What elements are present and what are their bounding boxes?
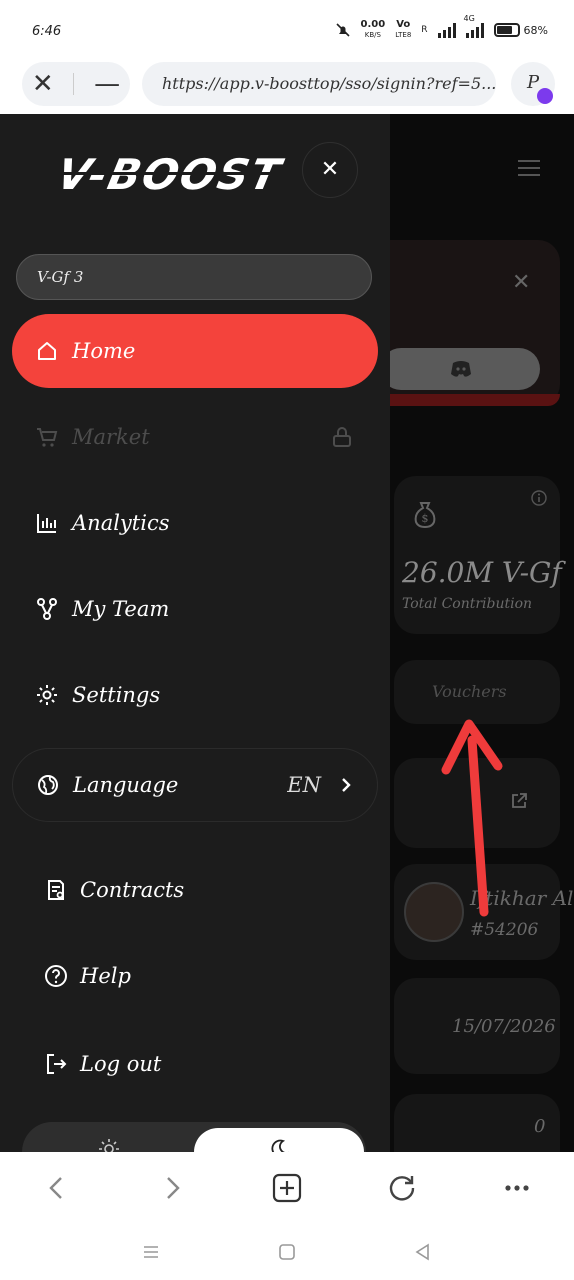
chevron-left-icon xyxy=(49,1177,63,1199)
date-value: 15/07/2026 xyxy=(452,1016,556,1037)
nav-help-label: Help xyxy=(80,964,131,988)
info-icon[interactable] xyxy=(531,490,547,506)
contract-icon xyxy=(48,880,64,900)
globe-icon xyxy=(35,772,61,798)
nav-language[interactable]: Language EN xyxy=(12,748,378,822)
nav-settings[interactable]: Settings xyxy=(12,658,378,732)
nav-analytics[interactable]: Analytics xyxy=(12,486,378,560)
nav-my-team-label: My Team xyxy=(72,597,170,621)
back-triangle-icon[interactable] xyxy=(413,1242,433,1262)
light-mode-option[interactable] xyxy=(24,1128,194,1152)
user-name-field[interactable]: V-Gf 3 xyxy=(16,254,372,300)
signal-4g-icon: 4G xyxy=(464,14,484,38)
contribution-card: $ 26.0M V-Gf Total Contribution xyxy=(394,476,562,634)
address-bar[interactable]: https://app.v-boosttop/sso/signin?ref=5.… xyxy=(142,62,496,106)
mute-icon xyxy=(335,23,350,37)
team-icon xyxy=(34,596,60,622)
nav-contracts-label: Contracts xyxy=(80,878,185,902)
avatar xyxy=(404,882,464,942)
gear-icon xyxy=(34,682,60,708)
lte-indicator: Vo LTE8 xyxy=(395,19,412,40)
total-contribution-label: Total Contribution xyxy=(402,596,533,612)
svg-text:$: $ xyxy=(422,512,429,525)
nav-home[interactable]: Home xyxy=(12,314,378,388)
reload-icon xyxy=(389,1176,414,1201)
system-nav-bar xyxy=(0,1224,574,1280)
count-card: 0 xyxy=(394,1094,560,1152)
extension-badge-icon xyxy=(537,88,553,104)
net-speed: 0.00 KB/S xyxy=(360,19,386,40)
nav-help[interactable]: Help xyxy=(44,964,131,988)
battery-icon: 68% xyxy=(493,23,548,37)
browser-top-bar: ✕ — https://app.v-boosttop/sso/signin?re… xyxy=(0,58,574,114)
reload-button[interactable] xyxy=(380,1166,424,1210)
more-options-button[interactable] xyxy=(495,1166,539,1210)
logout-icon xyxy=(47,1054,67,1074)
nav-language-label: Language xyxy=(73,773,179,797)
tab-controls: ✕ — xyxy=(22,62,130,106)
sun-icon xyxy=(99,1139,119,1152)
nav-market: Market xyxy=(12,400,378,474)
bar-chart-icon xyxy=(34,510,60,536)
roaming-indicator: R xyxy=(421,25,428,35)
status-icons: 0.00 KB/S Vo LTE8 R 4G 68% xyxy=(335,14,548,40)
date-card: 15/07/2026 xyxy=(394,978,560,1074)
new-tab-button[interactable] xyxy=(265,1166,309,1210)
nav-logout[interactable]: Log out xyxy=(44,1052,161,1076)
status-time: 6:46 xyxy=(32,24,62,39)
theme-toggle[interactable] xyxy=(22,1122,366,1152)
browser-bottom-bar xyxy=(0,1152,574,1224)
nav-settings-label: Settings xyxy=(72,683,161,707)
nav-market-label: Market xyxy=(72,425,150,449)
banner-card: ✕ xyxy=(360,240,560,406)
nav-logout-label: Log out xyxy=(80,1052,162,1076)
external-link-icon[interactable] xyxy=(510,792,528,810)
member-name: Iftikhar Al xyxy=(470,886,574,910)
nav-contracts[interactable]: Contracts xyxy=(44,878,184,902)
back-button[interactable] xyxy=(35,1166,79,1210)
plus-square-icon xyxy=(272,1173,302,1203)
lock-icon xyxy=(333,427,351,447)
help-icon xyxy=(45,965,67,987)
dark-mode-option[interactable] xyxy=(194,1128,364,1152)
member-id: #54206 xyxy=(470,920,539,940)
member-card: Iftikhar Al #54206 xyxy=(394,864,573,960)
recents-icon[interactable] xyxy=(141,1242,161,1262)
home-icon xyxy=(34,338,60,364)
extension-button[interactable]: P xyxy=(511,62,555,106)
moon-icon xyxy=(271,1139,289,1152)
cart-icon xyxy=(34,424,60,450)
brand-logo: V-BOOST xyxy=(52,150,287,199)
nav-my-team[interactable]: My Team xyxy=(12,572,378,646)
close-icon: ✕ xyxy=(320,157,340,182)
count-value: 0 xyxy=(534,1116,546,1137)
nav-home-label: Home xyxy=(72,339,136,363)
discord-icon xyxy=(451,361,471,377)
language-value: EN xyxy=(287,773,321,797)
forward-button[interactable] xyxy=(150,1166,194,1210)
close-tab-icon[interactable]: ✕ xyxy=(32,69,54,99)
side-drawer: V-BOOST ✕ V-Gf 3 Home Market Analytics M… xyxy=(0,114,390,1152)
chevron-right-icon xyxy=(342,778,351,792)
chevron-right-icon xyxy=(167,1177,180,1199)
signal-icon xyxy=(437,22,456,38)
discord-button[interactable] xyxy=(380,348,540,390)
minimize-icon[interactable]: — xyxy=(94,69,120,99)
total-contribution-value: 26.0M V-Gf xyxy=(402,556,562,589)
status-bar: 6:46 0.00 KB/S Vo LTE8 R 4G 68% xyxy=(0,0,574,58)
more-dots-icon xyxy=(504,1185,529,1191)
link-card xyxy=(394,758,560,848)
money-bag-icon: $ xyxy=(414,502,436,528)
hamburger-menu-icon[interactable] xyxy=(518,160,540,176)
home-square-icon[interactable] xyxy=(277,1242,297,1262)
vouchers-button[interactable]: Vouchers xyxy=(394,660,560,724)
nav-analytics-label: Analytics xyxy=(72,511,170,535)
close-drawer-button[interactable]: ✕ xyxy=(302,142,358,198)
banner-close-icon[interactable]: ✕ xyxy=(512,270,530,295)
